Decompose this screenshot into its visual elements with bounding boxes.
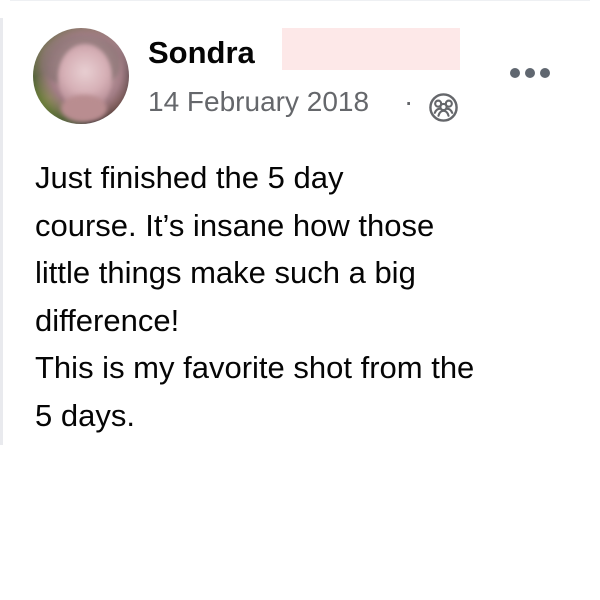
post-body-text: Just finished the 5 day course. It’s ins… <box>35 154 575 439</box>
card-top-edge <box>10 0 590 1</box>
post-text-line: course. It’s insane how those <box>35 207 435 243</box>
post-text-line: little things make such a big <box>35 255 416 290</box>
post-text-line: difference! <box>35 302 180 338</box>
author-name-link[interactable]: Sondra <box>148 34 255 72</box>
redacted-surname <box>282 28 460 70</box>
card-left-edge <box>0 18 3 445</box>
post-text-line: 5 days. <box>35 397 135 433</box>
blurred-avatar-chin <box>61 95 107 122</box>
author-avatar[interactable] <box>33 28 129 124</box>
more-options-dot <box>525 68 535 78</box>
group-audience-icon[interactable] <box>428 92 459 123</box>
date-separator: · <box>404 86 414 117</box>
post-date-link[interactable]: 14 February 2018 <box>148 84 369 120</box>
more-options-dot <box>510 68 520 78</box>
post-text-line: This is my favorite shot from the <box>35 350 475 385</box>
more-options-dot <box>540 68 550 78</box>
social-post-card: Sondra 14 February 2018 · Just finished … <box>0 0 600 445</box>
more-options-button[interactable] <box>510 59 550 87</box>
post-text-line: Just finished the 5 day <box>35 160 344 195</box>
